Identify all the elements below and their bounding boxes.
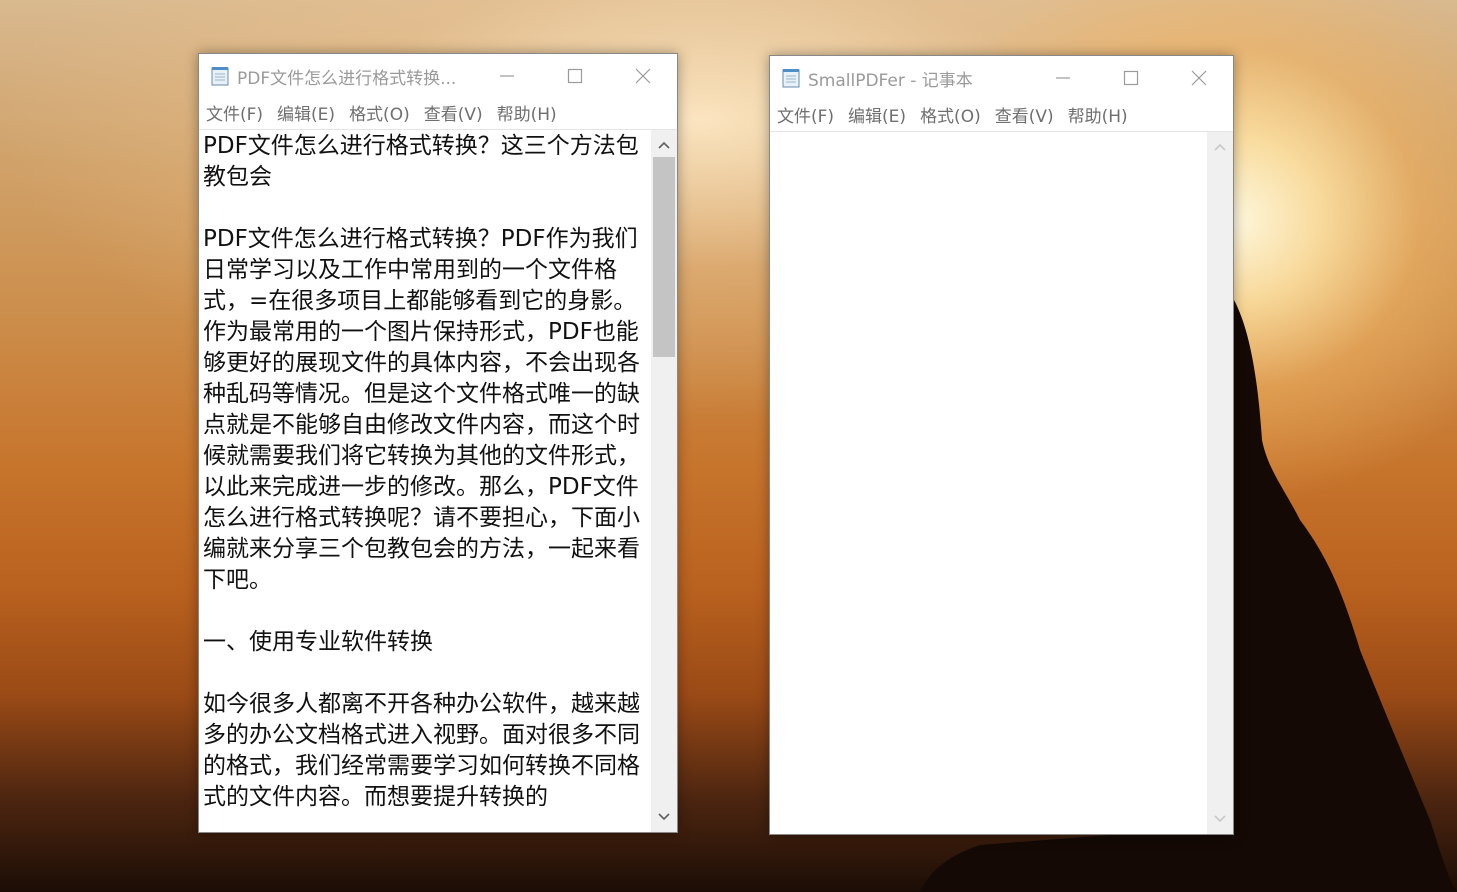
notepad-window-1[interactable]: PDF文件怎么进行格式转换... 文件(F) 编辑(E) 格式(O) 查看(V)… xyxy=(198,53,678,833)
scroll-down-arrow-icon xyxy=(658,813,670,821)
close-button[interactable] xyxy=(1165,56,1233,100)
window-title: PDF文件怎么进行格式转换... xyxy=(237,68,457,89)
menu-file[interactable]: 文件(F) xyxy=(205,100,271,125)
editor-area[interactable] xyxy=(770,131,1233,834)
menu-help[interactable]: 帮助(H) xyxy=(1067,102,1136,127)
title-bar[interactable]: PDF文件怎么进行格式转换... xyxy=(199,54,677,98)
vertical-scrollbar[interactable] xyxy=(1207,132,1233,834)
menu-bar: 文件(F) 编辑(E) 格式(O) 查看(V) 帮助(H) xyxy=(199,98,677,126)
title-bar[interactable]: SmallPDFer - 记事本 xyxy=(770,56,1233,100)
close-button[interactable] xyxy=(609,54,677,98)
minimize-icon xyxy=(500,75,514,77)
notepad-icon xyxy=(211,67,229,86)
maximize-button[interactable] xyxy=(1097,56,1165,100)
scroll-up-button[interactable] xyxy=(651,132,677,158)
close-icon xyxy=(635,68,651,84)
scroll-up-arrow-icon xyxy=(658,141,670,149)
maximize-icon xyxy=(1123,70,1139,86)
menu-file[interactable]: 文件(F) xyxy=(776,102,842,127)
window-title: SmallPDFer - 记事本 xyxy=(808,70,973,91)
menu-view[interactable]: 查看(V) xyxy=(994,102,1062,127)
maximize-icon xyxy=(567,68,583,84)
menu-format[interactable]: 格式(O) xyxy=(919,102,989,127)
menu-format[interactable]: 格式(O) xyxy=(348,100,418,125)
minimize-button[interactable] xyxy=(473,54,541,98)
notepad-window-2[interactable]: SmallPDFer - 记事本 文件(F) 编辑(E) 格式(O) 查看(V)… xyxy=(769,55,1234,835)
scroll-thumb[interactable] xyxy=(653,157,675,357)
scroll-up-arrow-icon xyxy=(1214,143,1226,151)
minimize-icon xyxy=(1056,77,1070,79)
menu-view[interactable]: 查看(V) xyxy=(423,100,491,125)
scroll-up-button[interactable] xyxy=(1207,134,1233,160)
document-text[interactable]: PDF文件怎么进行格式转换？这三个方法包教包会 PDF文件怎么进行格式转换？PD… xyxy=(203,131,651,832)
maximize-button[interactable] xyxy=(541,54,609,98)
scroll-down-arrow-icon xyxy=(1214,815,1226,823)
notepad-icon xyxy=(782,69,800,88)
editor-area[interactable]: PDF文件怎么进行格式转换？这三个方法包教包会 PDF文件怎么进行格式转换？PD… xyxy=(199,129,677,832)
document-text[interactable] xyxy=(774,132,1207,834)
close-icon xyxy=(1191,70,1207,86)
menu-bar: 文件(F) 编辑(E) 格式(O) 查看(V) 帮助(H) xyxy=(770,100,1233,128)
menu-edit[interactable]: 编辑(E) xyxy=(276,100,343,125)
scroll-down-button[interactable] xyxy=(651,804,677,830)
scroll-down-button[interactable] xyxy=(1207,806,1233,832)
vertical-scrollbar[interactable] xyxy=(651,130,677,832)
minimize-button[interactable] xyxy=(1029,56,1097,100)
menu-help[interactable]: 帮助(H) xyxy=(496,100,565,125)
menu-edit[interactable]: 编辑(E) xyxy=(847,102,914,127)
